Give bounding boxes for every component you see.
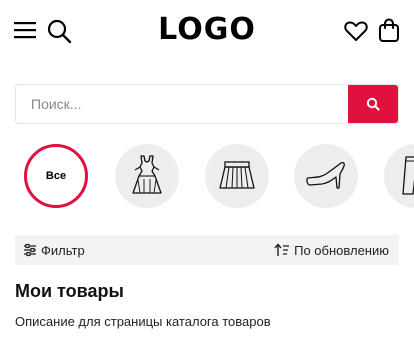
category-dresses[interactable] <box>115 144 179 208</box>
category-skirts[interactable] <box>205 144 269 208</box>
filter-label: Фильтр <box>41 242 85 258</box>
search-input[interactable] <box>16 85 350 123</box>
category-trousers[interactable] <box>384 144 414 208</box>
category-carousel: Все <box>0 140 414 214</box>
header: LOGO <box>0 0 414 62</box>
filter-button[interactable]: Фильтр <box>23 241 85 259</box>
sliders-icon <box>24 243 36 257</box>
high-heel-shoe-icon <box>306 161 345 189</box>
page-title: Мои товары <box>15 281 124 301</box>
category-shoes[interactable] <box>294 144 358 208</box>
filter-sort-bar: Фильтр По обновлению <box>15 235 399 265</box>
page-description: Описание для страницы каталога товаров <box>15 314 271 329</box>
sort-icon <box>274 243 290 256</box>
heart-icon[interactable] <box>343 18 369 44</box>
search-submit-button[interactable] <box>348 85 398 123</box>
skirt-icon <box>219 161 255 189</box>
dress-icon <box>132 155 162 194</box>
search-icon <box>366 97 380 111</box>
category-all[interactable]: Все <box>24 144 88 208</box>
sort-button[interactable]: По обновлению <box>274 241 389 259</box>
category-label: Все <box>45 170 67 182</box>
shopping-bag-icon[interactable] <box>376 17 402 43</box>
sort-label: По обновлению <box>294 242 389 258</box>
search-bar <box>15 84 399 124</box>
trousers-icon <box>402 156 414 195</box>
